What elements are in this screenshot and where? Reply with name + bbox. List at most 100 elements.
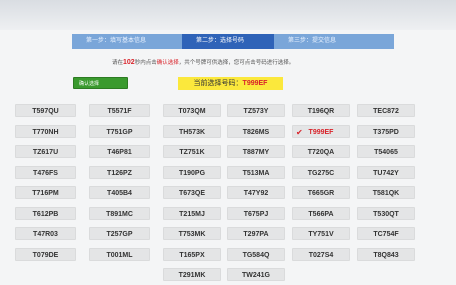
- plate-option[interactable]: T675PJ: [227, 206, 285, 220]
- plate-option[interactable]: T405B4: [89, 186, 150, 199]
- plate-option[interactable]: TC754F: [357, 227, 415, 240]
- current-selection-banner: 当前选择号码：T999EF: [178, 77, 283, 90]
- plate-number: T5571F: [107, 108, 132, 115]
- plate-option[interactable]: T665GR: [292, 186, 350, 199]
- plate-number: T891MC: [106, 210, 133, 218]
- checkmark-icon: ✔: [296, 127, 303, 137]
- plate-option[interactable]: T079DE: [15, 247, 76, 261]
- step-2-active: 第二步：选择号码: [182, 34, 274, 49]
- plate-option[interactable]: T47Y92: [227, 186, 285, 199]
- plate-option[interactable]: T46P81: [89, 145, 150, 158]
- plate-number: T612PB: [32, 210, 59, 218]
- plate-option[interactable]: TW241G: [227, 268, 285, 281]
- plate-option[interactable]: T297PA: [227, 227, 285, 240]
- plate-number: TU742Y: [373, 169, 399, 177]
- plate-number: TW241G: [241, 272, 270, 279]
- step-2-label: 第二步：选择号码: [196, 38, 245, 44]
- plate-number: T196QR: [307, 108, 335, 115]
- plate-option[interactable]: T566PA: [292, 206, 350, 220]
- plate-option[interactable]: T196QR: [292, 104, 350, 117]
- plate-option[interactable]: T513MA: [227, 165, 285, 179]
- plate-option[interactable]: T826MS: [227, 124, 285, 138]
- plate-number: T405B4: [107, 190, 132, 197]
- plate-number: T675PJ: [243, 210, 269, 218]
- plate-number: T001ML: [106, 251, 133, 259]
- plate-number: T47Y92: [243, 190, 269, 197]
- notice-suffix: ，共个号牌可供选择，您可点击号码进行选择。: [178, 60, 295, 66]
- plate-option[interactable]: T215MJ: [163, 206, 221, 220]
- plate-number: T073QM: [178, 108, 206, 115]
- plate-option[interactable]: T720QA: [292, 145, 350, 158]
- countdown-seconds: 102: [123, 59, 135, 66]
- plate-option[interactable]: T753MK: [163, 227, 221, 240]
- plate-option[interactable]: TY751V: [292, 227, 350, 240]
- plate-option[interactable]: TZ751K: [163, 145, 221, 158]
- plate-number-grid: T597QU T5571F T073QM TZ573Y T196QR TEC872 T770…: [0, 94, 456, 285]
- current-selection-label: 当前选择号码：: [193, 80, 243, 87]
- top-bar: [0, 0, 456, 30]
- plate-number: T751GP: [106, 128, 133, 136]
- plate-option[interactable]: TU742Y: [357, 165, 415, 179]
- plate-option[interactable]: T770NH: [15, 124, 76, 138]
- plate-option[interactable]: T375PD: [357, 124, 415, 138]
- plate-number: TZ751K: [179, 149, 205, 156]
- plate-option[interactable]: T716PM: [15, 186, 76, 199]
- plate-option[interactable]: T887MY: [227, 145, 285, 158]
- plate-number: T530QT: [373, 210, 399, 218]
- plate-option[interactable]: T291MK: [163, 268, 221, 281]
- notice-prefix: 请在: [112, 60, 124, 66]
- plate-option[interactable]: TG584Q: [227, 247, 285, 261]
- plate-option[interactable]: T027S4: [292, 247, 350, 261]
- plate-option[interactable]: T476FS: [15, 165, 76, 179]
- plate-number: TH573K: [178, 128, 206, 136]
- plate-number: T079DE: [32, 251, 59, 259]
- step-3: 第三步：提交信息: [274, 34, 394, 49]
- plate-number: T257GP: [106, 231, 133, 238]
- plate-option[interactable]: T581QK: [357, 186, 415, 199]
- plate-option[interactable]: T891MC: [89, 206, 150, 220]
- plate-number: T126PZ: [107, 169, 132, 177]
- notice-middle: 秒内点击: [134, 60, 157, 66]
- plate-number: T753MK: [178, 231, 206, 238]
- step-1-label: 第一步：填写基本信息: [86, 38, 147, 44]
- plate-number: T47R03: [33, 231, 58, 238]
- plate-option[interactable]: T126PZ: [89, 165, 150, 179]
- plate-option[interactable]: T5571F: [89, 104, 150, 117]
- plate-option[interactable]: T54065: [357, 145, 415, 158]
- plate-option[interactable]: TEC872: [357, 104, 415, 117]
- confirm-selection-button[interactable]: 确认选择: [73, 77, 128, 89]
- plate-number: T54065: [374, 149, 398, 156]
- plate-option[interactable]: TG275C: [292, 165, 350, 179]
- plate-number: TZ573Y: [243, 108, 269, 115]
- plate-option[interactable]: T257GP: [89, 227, 150, 240]
- plate-number: TZ617U: [32, 149, 59, 156]
- plate-option[interactable]: T612PB: [15, 206, 76, 220]
- plate-option[interactable]: TZ573Y: [227, 104, 285, 117]
- plate-option[interactable]: T165PX: [163, 247, 221, 261]
- plate-number: T665GR: [307, 190, 335, 197]
- plate-option[interactable]: T001ML: [89, 247, 150, 261]
- plate-number: T027S4: [308, 251, 334, 259]
- plate-number: T190PG: [178, 169, 206, 177]
- current-selection-value: T999EF: [242, 80, 268, 87]
- plate-number: T720QA: [307, 149, 335, 156]
- plate-number: T716PM: [32, 190, 59, 197]
- plate-number: TG275C: [307, 169, 335, 177]
- plate-number: T215MJ: [179, 210, 205, 218]
- plate-number: T887MY: [242, 149, 270, 156]
- notice-highlight: 确认选择: [156, 60, 179, 66]
- plate-option[interactable]: TH573K: [163, 124, 221, 138]
- plate-number: T165PX: [179, 251, 205, 259]
- plate-option[interactable]: T751GP: [89, 124, 150, 138]
- plate-option-selected[interactable]: ✔ T999EF: [292, 124, 350, 138]
- plate-option[interactable]: T597QU: [15, 104, 76, 117]
- plate-option[interactable]: T47R03: [15, 227, 76, 240]
- plate-option[interactable]: T673QE: [163, 186, 221, 199]
- plate-number: T826MS: [242, 128, 270, 136]
- plate-number: TC754F: [373, 231, 399, 238]
- plate-option[interactable]: T073QM: [163, 104, 221, 117]
- plate-option[interactable]: TZ617U: [15, 145, 76, 158]
- plate-option[interactable]: T8Q843: [357, 247, 415, 261]
- plate-option[interactable]: T530QT: [357, 206, 415, 220]
- plate-option[interactable]: T190PG: [163, 165, 221, 179]
